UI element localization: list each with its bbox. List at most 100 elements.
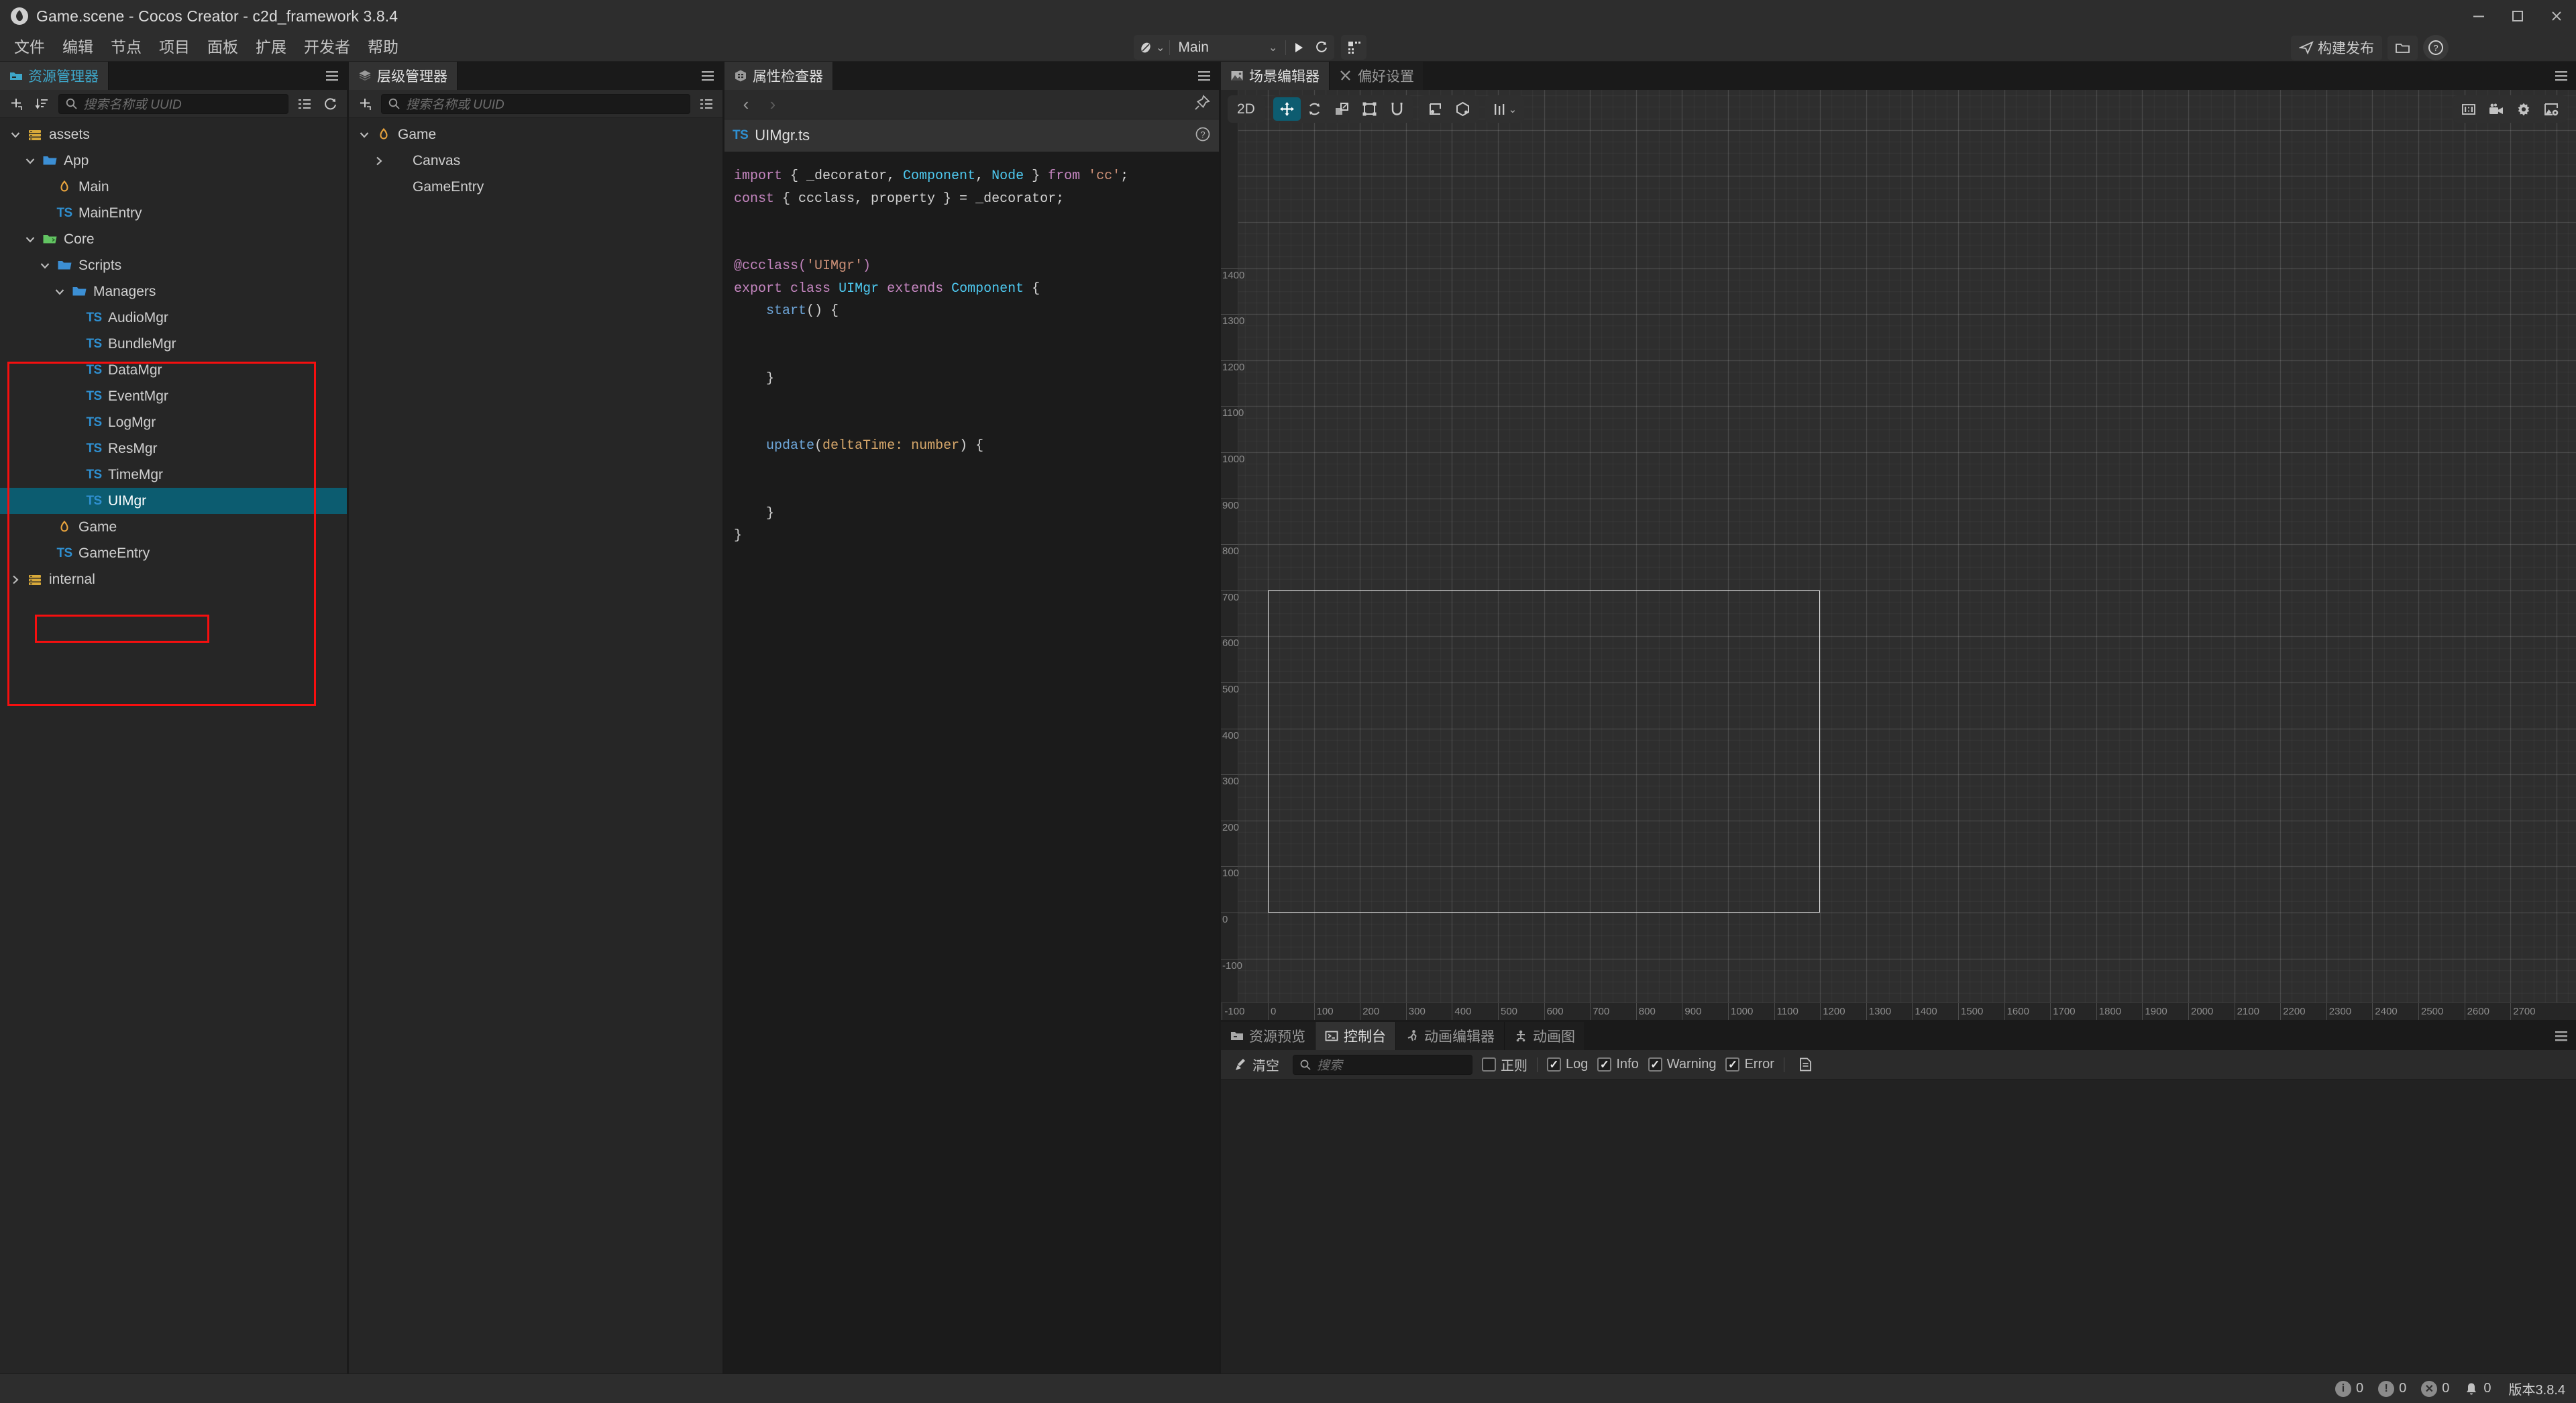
console-output[interactable] xyxy=(1221,1080,2576,1373)
tree-twisty[interactable] xyxy=(369,155,389,167)
tree-item-datamgr[interactable]: TS DataMgr xyxy=(0,357,347,383)
tree-twisty[interactable] xyxy=(5,129,25,141)
inspector-forward-button[interactable]: › xyxy=(759,93,786,117)
play-button[interactable] xyxy=(1287,36,1310,58)
clear-console-button[interactable]: 清空 xyxy=(1230,1053,1283,1076)
tab-animation-editor[interactable]: 动画编辑器 xyxy=(1396,1022,1505,1050)
filter-error-checkbox[interactable]: Error xyxy=(1725,1057,1774,1072)
close-button[interactable] xyxy=(2537,0,2576,32)
inspector-panel-menu-button[interactable] xyxy=(1189,62,1219,90)
tree-item-logmgr[interactable]: TS LogMgr xyxy=(0,409,347,435)
tree-item-internal[interactable]: internal xyxy=(0,566,347,592)
tree-item-game[interactable]: Game xyxy=(349,121,722,148)
move-tool-button[interactable] xyxy=(1273,97,1301,121)
status-notifications[interactable]: 0 xyxy=(2464,1381,2491,1396)
hierarchy-tree[interactable]: Game Canvas GameEntry xyxy=(349,118,722,1373)
console-panel-menu-button[interactable] xyxy=(2546,1022,2576,1050)
inspector-back-button[interactable]: ‹ xyxy=(733,93,759,117)
tab-asset-preview[interactable]: 资源预览 xyxy=(1221,1022,1316,1050)
inspector-pin-button[interactable] xyxy=(1193,94,1211,115)
hierarchy-panel-menu-button[interactable] xyxy=(693,62,722,90)
status-error[interactable]: ✕ 0 xyxy=(2421,1380,2449,1397)
tree-item-managers[interactable]: Managers xyxy=(0,278,347,305)
refresh-assets-button[interactable] xyxy=(321,94,341,114)
inspector-help-button[interactable]: ? xyxy=(1195,126,1211,146)
tree-item-app[interactable]: App xyxy=(0,148,347,174)
tab-console[interactable]: 控制台 xyxy=(1316,1022,1396,1050)
tree-item-timemgr[interactable]: TS TimeMgr xyxy=(0,462,347,488)
tree-item-main[interactable]: Main xyxy=(0,174,347,200)
tab-inspector[interactable]: 属性检查器 xyxy=(724,62,833,90)
filter-warning-checkbox[interactable]: Warning xyxy=(1648,1057,1716,1072)
menu-panel[interactable]: 面板 xyxy=(199,32,247,62)
build-publish-button[interactable]: 构建发布 xyxy=(2291,35,2382,60)
preview-device-button[interactable]: ⌄ xyxy=(1135,36,1168,58)
camera-button[interactable] xyxy=(2482,97,2510,121)
minimize-button[interactable] xyxy=(2459,0,2498,32)
mode-2d-button[interactable]: 2D xyxy=(1230,97,1263,121)
filter-assets-button[interactable] xyxy=(294,94,315,114)
tree-twisty[interactable] xyxy=(50,286,70,298)
refresh-button[interactable] xyxy=(1310,36,1333,58)
assets-tree[interactable]: assets App Main TS MainEntry Core Scripts Manag… xyxy=(0,118,347,1373)
status-info[interactable]: i 0 xyxy=(2335,1380,2363,1397)
menu-edit[interactable]: 编辑 xyxy=(54,32,102,62)
scene-gear-button[interactable] xyxy=(2510,97,2537,121)
tree-twisty[interactable] xyxy=(354,129,374,141)
magnet-tool-button[interactable] xyxy=(1383,97,1411,121)
assets-panel-menu-button[interactable] xyxy=(317,62,347,90)
layout-button[interactable] xyxy=(1342,36,1365,58)
open-folder-button[interactable] xyxy=(2387,35,2418,60)
help-button[interactable]: ? xyxy=(2423,35,2449,60)
tab-asset-manager[interactable]: 资源管理器 xyxy=(0,62,109,90)
tree-twisty[interactable] xyxy=(20,233,40,246)
scene-selector[interactable]: Main ⌄ xyxy=(1171,36,1284,58)
scale-tool-button[interactable] xyxy=(1328,97,1356,121)
tree-item-scripts[interactable]: Scripts xyxy=(0,252,347,278)
tree-item-resmgr[interactable]: TS ResMgr xyxy=(0,435,347,462)
menu-file[interactable]: 文件 xyxy=(5,32,54,62)
console-export-button[interactable] xyxy=(1794,1055,1817,1074)
tree-item-uimgr[interactable]: TS UIMgr xyxy=(0,488,347,514)
tree-item-audiomgr[interactable]: TS AudioMgr xyxy=(0,305,347,331)
tree-twisty[interactable] xyxy=(35,260,55,272)
tree-item-gameentry[interactable]: TS GameEntry xyxy=(0,540,347,566)
tree-item-gameentry[interactable]: GameEntry xyxy=(349,174,722,200)
pivot-toggle-button[interactable] xyxy=(1421,97,1449,121)
tab-hierarchy[interactable]: 层级管理器 xyxy=(349,62,458,90)
tab-animation-graph[interactable]: 动画图 xyxy=(1505,1022,1585,1050)
tree-item-mainentry[interactable]: TS MainEntry xyxy=(0,200,347,226)
rect-tool-button[interactable] xyxy=(1356,97,1383,121)
scene-panel-menu-button[interactable] xyxy=(2546,62,2576,90)
tab-scene-editor[interactable]: 场景编辑器 xyxy=(1221,62,1330,90)
maximize-button[interactable] xyxy=(2498,0,2537,32)
hierarchy-filter-button[interactable] xyxy=(696,94,716,114)
tree-twisty[interactable] xyxy=(5,574,25,586)
filter-info-checkbox[interactable]: Info xyxy=(1597,1057,1639,1072)
tree-item-assets[interactable]: assets xyxy=(0,121,347,148)
menu-extension[interactable]: 扩展 xyxy=(247,32,295,62)
gizmo-dropdown-button[interactable]: ⌄ xyxy=(1487,97,1522,121)
console-search-input[interactable]: 搜索 xyxy=(1293,1054,1472,1075)
tree-item-eventmgr[interactable]: TS EventMgr xyxy=(0,383,347,409)
add-node-button[interactable] xyxy=(355,94,375,114)
menu-project[interactable]: 项目 xyxy=(150,32,199,62)
menu-node[interactable]: 节点 xyxy=(102,32,150,62)
assets-search-input[interactable]: 搜索名称或 UUID xyxy=(58,93,288,114)
tab-preferences[interactable]: 偏好设置 xyxy=(1330,62,1424,90)
tree-item-game[interactable]: Game xyxy=(0,514,347,540)
aspect-ratio-button[interactable] xyxy=(2455,97,2482,121)
menu-developer[interactable]: 开发者 xyxy=(295,32,359,62)
tree-item-core[interactable]: Core xyxy=(0,226,347,252)
status-warning[interactable]: ! 0 xyxy=(2378,1380,2406,1397)
hierarchy-search-input[interactable]: 搜索名称或 UUID xyxy=(381,93,690,114)
scene-viewport[interactable]: 1400 1300 1200 1100 1000 900 800 700 600 500 400 30… xyxy=(1221,90,2576,1020)
filter-log-checkbox[interactable]: Log xyxy=(1547,1057,1588,1072)
tree-item-canvas[interactable]: Canvas xyxy=(349,148,722,174)
add-asset-button[interactable] xyxy=(6,94,26,114)
coordinate-toggle-button[interactable] xyxy=(1449,97,1477,121)
menu-help[interactable]: 帮助 xyxy=(359,32,407,62)
sort-assets-button[interactable] xyxy=(32,94,52,114)
tree-item-bundlemgr[interactable]: TS BundleMgr xyxy=(0,331,347,357)
regex-checkbox[interactable]: 正则 xyxy=(1482,1055,1527,1074)
